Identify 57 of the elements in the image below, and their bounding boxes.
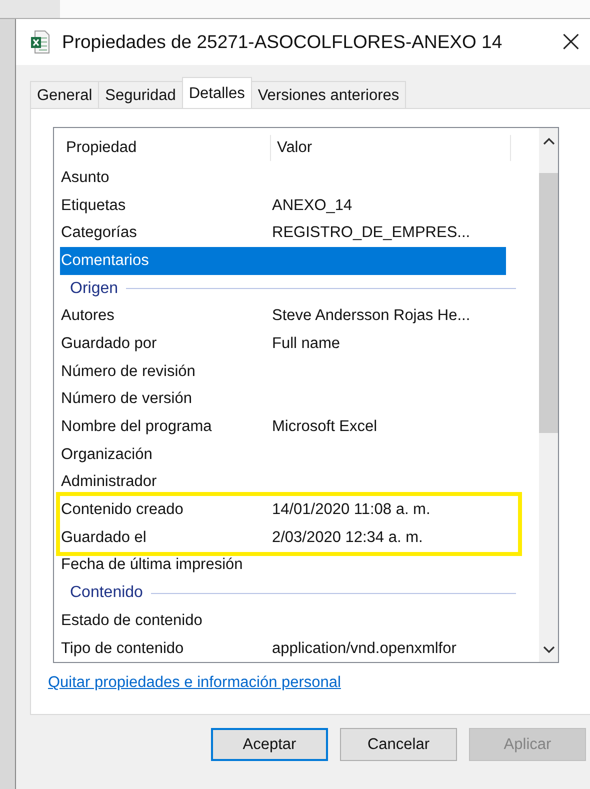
property-row[interactable]: Autores Steve Andersson Rojas He... bbox=[60, 302, 506, 330]
property-row[interactable]: Guardado por Full name bbox=[60, 330, 506, 358]
property-row[interactable]: Etiquetas ANEXO_14 bbox=[60, 192, 506, 220]
property-row[interactable]: Comentarios bbox=[60, 247, 506, 275]
tab[interactable]: Versiones anteriores bbox=[250, 81, 406, 108]
property-value: Full name bbox=[272, 334, 340, 353]
property-row[interactable]: Organización bbox=[60, 440, 506, 469]
property-row[interactable]: Estado de contenido bbox=[60, 607, 506, 635]
property-row[interactable]: Administrador bbox=[60, 468, 506, 496]
property-row[interactable]: Nombre del programa Microsoft Excel bbox=[60, 413, 506, 441]
column-header[interactable]: Valor bbox=[271, 134, 511, 160]
scrollbar[interactable] bbox=[539, 128, 558, 662]
scrollbar-thumb[interactable] bbox=[539, 173, 558, 433]
property-name: Nombre del programa bbox=[60, 418, 213, 436]
property-row[interactable]: Contenido creado 14/01/2020 11:08 a. m. bbox=[60, 496, 506, 524]
property-name: Organización bbox=[60, 446, 154, 464]
property-name: Guardado por bbox=[60, 334, 158, 353]
property-row[interactable]: Número de versión bbox=[60, 386, 506, 414]
property-row[interactable]: Tipo de contenido application/vnd.openxmlfor bbox=[60, 634, 506, 662]
group-heading: Origen bbox=[70, 280, 118, 298]
property-name: Etiquetas bbox=[60, 196, 127, 215]
property-row[interactable]: Fecha de última impresión bbox=[60, 552, 506, 580]
property-name: Categorías bbox=[60, 224, 138, 242]
property-name: Comentarios bbox=[60, 252, 150, 270]
dialog-button[interactable]: Cancelar bbox=[340, 728, 457, 762]
property-value: ANEXO_14 bbox=[272, 196, 352, 215]
tab[interactable]: General bbox=[30, 81, 100, 108]
property-row[interactable]: Categorías REGISTRO_DE_EMPRES... bbox=[60, 219, 506, 248]
property-row[interactable]: Asunto bbox=[60, 164, 506, 192]
property-name: Contenido creado bbox=[60, 501, 184, 520]
property-value: Steve Andersson Rojas He... bbox=[272, 307, 470, 326]
property-name: Guardado el bbox=[60, 528, 148, 547]
property-row[interactable]: Número de revisión bbox=[60, 358, 506, 386]
property-name: Estado de contenido bbox=[60, 612, 204, 630]
property-name: Asunto bbox=[60, 168, 110, 187]
window-title: Propiedades de 25271-ASOCOLFLORES-ANEXO 14 bbox=[62, 31, 504, 53]
group-heading: Contenido bbox=[70, 584, 143, 602]
column-header[interactable]: Propiedad bbox=[60, 134, 271, 160]
property-value: 14/01/2020 11:08 a. m. bbox=[272, 501, 430, 520]
spreadsheet-file-icon bbox=[30, 30, 50, 54]
property-name: Número de versión bbox=[60, 390, 193, 408]
property-name: Número de revisión bbox=[60, 362, 196, 381]
property-value: application/vnd.openxmlfor bbox=[272, 640, 456, 658]
property-name: Fecha de última impresión bbox=[60, 556, 244, 574]
property-value: REGISTRO_DE_EMPRES... bbox=[272, 224, 470, 242]
scroll-down-icon[interactable] bbox=[542, 646, 554, 654]
property-name: Tipo de contenido bbox=[60, 640, 185, 658]
property-name: Administrador bbox=[60, 473, 158, 492]
property-value: 2/03/2020 12:34 a. m. bbox=[272, 528, 423, 547]
property-row[interactable]: Guardado el 2/03/2020 12:34 a. m. bbox=[60, 524, 506, 552]
close-button[interactable]: × bbox=[556, 27, 586, 57]
property-name: Autores bbox=[60, 307, 116, 326]
scroll-up-icon[interactable] bbox=[542, 137, 554, 145]
remove-properties-link[interactable]: Quitar propiedades e información personal bbox=[48, 674, 341, 692]
tab[interactable]: Detalles bbox=[182, 77, 252, 108]
dialog-button[interactable]: Aceptar bbox=[211, 728, 328, 762]
property-value: Microsoft Excel bbox=[272, 418, 378, 436]
